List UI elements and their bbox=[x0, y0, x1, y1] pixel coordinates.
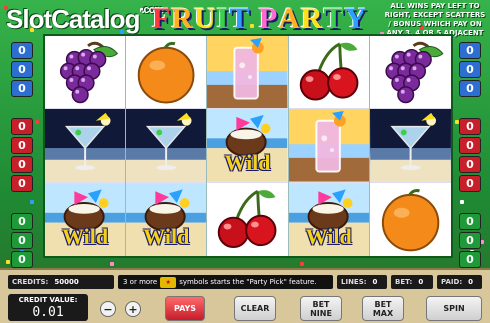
paid-display: PAID: 0 bbox=[437, 275, 482, 289]
symbol-grapes bbox=[45, 36, 126, 110]
reel-4: Wild bbox=[288, 36, 370, 257]
payline-marker-right[interactable]: 0 bbox=[459, 61, 481, 78]
title-letter bbox=[250, 2, 259, 36]
payline-marker-right[interactable]: 0 bbox=[459, 251, 481, 268]
reel-grid: Wild Wild Wild Wild bbox=[43, 34, 453, 258]
martini-icon bbox=[45, 109, 126, 182]
cherries-icon bbox=[299, 42, 359, 101]
payline-markers-right: 0 0 0 0 0 0 0 0 0 0 bbox=[459, 42, 481, 268]
party-star-icon: ★ bbox=[160, 276, 177, 288]
orange-icon bbox=[381, 188, 440, 252]
grapes-icon bbox=[385, 41, 444, 104]
decrease-credit-button[interactable]: − bbox=[100, 301, 116, 317]
wild-label: Wild bbox=[62, 224, 109, 250]
bet-max-button[interactable]: BET MAX bbox=[362, 296, 404, 321]
credit-value-display: CREDIT VALUE: 0.01 bbox=[8, 294, 88, 321]
symbol-wild: Wild bbox=[126, 182, 207, 257]
payline-marker-left[interactable]: 0 bbox=[11, 137, 33, 154]
confetti-piece bbox=[300, 262, 304, 266]
title-letter: T bbox=[323, 2, 345, 35]
symbol-cocktail bbox=[207, 36, 288, 110]
title-letter: P bbox=[258, 2, 279, 35]
symbol-wild: Wild bbox=[288, 182, 369, 257]
payline-marker-left[interactable]: 0 bbox=[11, 175, 33, 192]
payline-marker-left[interactable]: 0 bbox=[11, 80, 33, 97]
title-letter: U bbox=[194, 2, 217, 35]
title-letter: R bbox=[300, 2, 324, 35]
symbol-martini bbox=[369, 109, 451, 183]
slot-game-screen: SlotCatalog .com FRUIT PARTY ALL WINS PAY… bbox=[0, 0, 490, 323]
title-letter: Y bbox=[344, 2, 368, 35]
bet-display: BET: 0 bbox=[391, 275, 433, 289]
wild-label: Wild bbox=[305, 224, 352, 250]
symbol-cherries bbox=[207, 183, 287, 256]
cocktail-icon bbox=[207, 36, 288, 109]
wild-label: Wild bbox=[143, 224, 190, 250]
symbol-orange bbox=[126, 36, 207, 110]
site-logo: SlotCatalog .com bbox=[6, 4, 164, 34]
martini-icon bbox=[126, 109, 207, 182]
symbol-wild: Wild bbox=[207, 109, 288, 183]
payline-spacer bbox=[459, 194, 481, 211]
symbol-cherries bbox=[288, 36, 369, 110]
payline-spacer bbox=[459, 99, 481, 116]
payline-marker-right[interactable]: 0 bbox=[459, 156, 481, 173]
payline-marker-left[interactable]: 0 bbox=[11, 213, 33, 230]
grapes-icon bbox=[59, 41, 119, 104]
title-letter: R bbox=[171, 2, 194, 35]
symbol-martini bbox=[45, 109, 126, 183]
symbol-martini bbox=[126, 109, 207, 183]
payline-marker-right[interactable]: 0 bbox=[459, 213, 481, 230]
title-letter: A bbox=[278, 2, 301, 35]
title-letter: T bbox=[229, 2, 251, 35]
payline-marker-left[interactable]: 0 bbox=[11, 156, 33, 173]
payline-marker-left[interactable]: 0 bbox=[11, 61, 33, 78]
payline-marker-right[interactable]: 0 bbox=[459, 118, 481, 135]
reel-2: Wild bbox=[126, 36, 208, 257]
symbol-wild: Wild bbox=[45, 182, 126, 257]
clear-button[interactable]: CLEAR bbox=[234, 296, 276, 321]
orange-icon bbox=[137, 41, 195, 104]
info-bar: CREDITS: 50000 3 or more ★ symbols starts… bbox=[8, 275, 482, 289]
symbol-orange bbox=[370, 183, 451, 256]
game-title: FRUIT PARTY bbox=[152, 2, 367, 36]
payline-marker-left[interactable]: 0 bbox=[11, 42, 33, 59]
confetti-piece bbox=[110, 262, 114, 266]
payline-marker-left[interactable]: 0 bbox=[11, 118, 33, 135]
lines-display: LINES: 0 bbox=[337, 275, 387, 289]
credits-display: CREDITS: 50000 bbox=[8, 275, 114, 289]
confetti-piece bbox=[6, 260, 10, 264]
payline-marker-right[interactable]: 0 bbox=[459, 175, 481, 192]
title-letter: I bbox=[216, 2, 230, 35]
wild-label: Wild bbox=[224, 149, 271, 175]
payline-marker-right[interactable]: 0 bbox=[459, 80, 481, 97]
reel-3: Wild bbox=[207, 36, 289, 256]
payline-spacer bbox=[11, 194, 33, 211]
payline-marker-right[interactable]: 0 bbox=[459, 137, 481, 154]
payline-marker-left[interactable]: 0 bbox=[11, 232, 33, 249]
symbol-grapes bbox=[369, 36, 451, 110]
feature-message: 3 or more ★ symbols starts the "Party Pi… bbox=[118, 275, 333, 289]
payline-marker-right[interactable]: 0 bbox=[459, 232, 481, 249]
symbol-cocktail bbox=[288, 109, 369, 183]
pays-button[interactable]: PAYS bbox=[165, 296, 205, 321]
increase-credit-button[interactable]: + bbox=[125, 301, 141, 317]
bet-nine-button[interactable]: BET NINE bbox=[300, 296, 342, 321]
reel-5 bbox=[369, 36, 451, 256]
payline-markers-left: 0 0 0 0 0 0 0 0 0 0 bbox=[11, 42, 33, 268]
spin-button[interactable]: SPIN bbox=[426, 296, 482, 321]
payline-marker-left[interactable]: 0 bbox=[11, 251, 33, 268]
cherries-icon bbox=[218, 189, 277, 248]
reel-1: Wild bbox=[45, 36, 127, 257]
confetti-piece bbox=[35, 120, 39, 124]
title-letter: F bbox=[152, 2, 172, 35]
martini-icon bbox=[370, 109, 451, 182]
payline-marker-right[interactable]: 0 bbox=[459, 42, 481, 59]
cocktail-icon bbox=[288, 109, 369, 182]
payline-spacer bbox=[11, 99, 33, 116]
